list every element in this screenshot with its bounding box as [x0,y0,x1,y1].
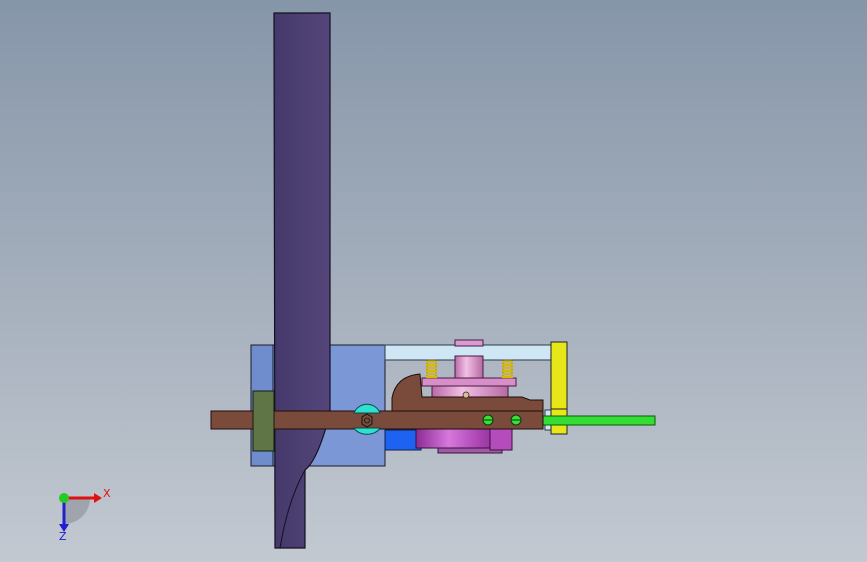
right-spring[interactable] [502,359,513,379]
vertical-plate[interactable] [273,12,331,549]
screw-right[interactable] [510,414,522,426]
z-axis-label: Z [59,530,67,543]
left-spring[interactable] [426,359,437,379]
spring-plate[interactable] [421,377,517,387]
motor-flange[interactable] [489,427,513,451]
assembly-model[interactable] [0,0,867,562]
x-axis-arrowhead [94,493,102,503]
x-axis-label: X [103,487,111,500]
triad-shadow [64,498,90,524]
shaft-top-cap[interactable] [454,339,484,347]
small-bolt[interactable] [462,391,470,399]
pink-hub[interactable] [431,385,509,399]
green-rod[interactable] [542,415,656,426]
collar[interactable] [252,390,275,452]
cad-viewport[interactable]: X Z [0,0,867,562]
screw-left[interactable] [482,414,494,426]
y-axis-dot [59,493,69,503]
